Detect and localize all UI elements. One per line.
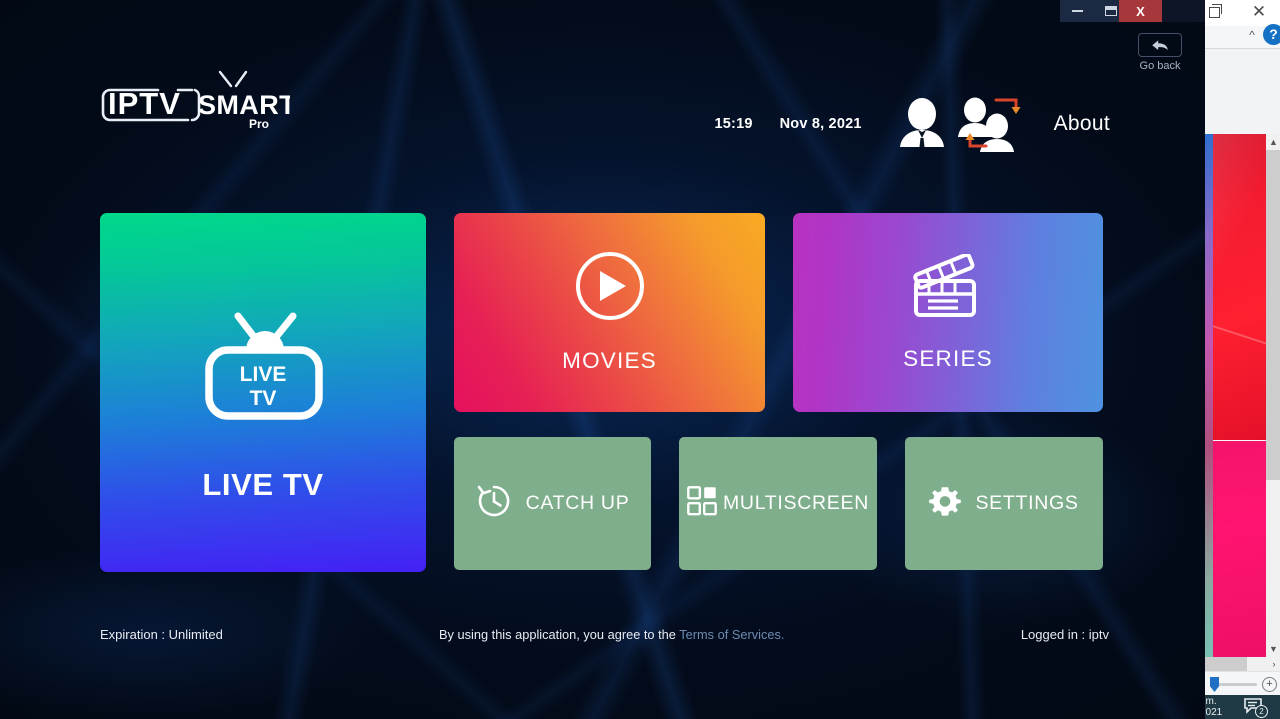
expiration-status: Expiration : Unlimited xyxy=(100,627,223,642)
clapperboard-icon xyxy=(911,252,985,320)
tile-catch-up[interactable]: CATCH UP xyxy=(454,437,651,570)
scrollbar-thumb[interactable] xyxy=(1266,150,1280,480)
logged-in-status: Logged in : iptv xyxy=(1020,627,1109,642)
scroll-up-arrow-icon[interactable]: ▲ xyxy=(1266,134,1280,150)
tv-icon: LIVE TV xyxy=(198,310,328,425)
tile-multiscreen-label: MULTISCREEN xyxy=(722,492,870,514)
clock-date: Nov 8, 2021 xyxy=(779,116,862,132)
minimize-button[interactable] xyxy=(1060,0,1094,22)
chat-notification-icon[interactable]: 2 xyxy=(1244,698,1268,718)
header-toolbar: 15:19 Nov 8, 2021 About xyxy=(715,96,1110,152)
app-logo: IPTV SMARTERS Pro xyxy=(100,70,290,132)
tile-multiscreen[interactable]: MULTISCREEN xyxy=(679,437,877,570)
switch-user-icon[interactable] xyxy=(956,96,1024,152)
agreement-text: By using this application, you agree to … xyxy=(439,627,680,642)
tile-series[interactable]: SERIES xyxy=(793,213,1103,412)
close-button[interactable]: X xyxy=(1119,0,1162,22)
go-back-button[interactable]: Go back xyxy=(1127,33,1193,72)
zoom-slider-track[interactable] xyxy=(1213,683,1257,686)
go-back-icon-box xyxy=(1138,33,1182,57)
zoom-slider-bar[interactable]: + xyxy=(1205,671,1280,695)
zoom-slider-handle[interactable] xyxy=(1210,677,1219,692)
tile-live-tv[interactable]: LIVE TV LIVE TV xyxy=(100,213,426,572)
taskbar: . m. 2021 2 xyxy=(1196,695,1280,719)
help-question-icon[interactable]: ? xyxy=(1263,24,1280,45)
chevron-up-icon[interactable]: ^ xyxy=(1243,26,1261,44)
tile-movies-label: MOVIES xyxy=(562,347,657,373)
svg-text:Pro: Pro xyxy=(249,117,269,131)
tv-screen-line2: TV xyxy=(250,387,277,410)
clock-time: 15:19 xyxy=(714,116,753,132)
background-window-canvas xyxy=(1205,49,1280,134)
minimize-icon xyxy=(1071,10,1083,12)
tile-catch-up-label: CATCH UP xyxy=(525,492,630,514)
tv-screen-line1: LIVE xyxy=(240,363,287,386)
vertical-scrollbar[interactable]: ▲ ▼ xyxy=(1266,134,1280,657)
tile-series-label: SERIES xyxy=(903,345,993,371)
clock-rewind-icon xyxy=(476,483,512,524)
magenta-photo xyxy=(1205,441,1266,657)
zoom-in-button[interactable]: + xyxy=(1262,677,1277,692)
tile-settings[interactable]: SETTINGS xyxy=(905,437,1103,570)
scroll-right-arrow-icon[interactable]: › xyxy=(1267,657,1280,671)
photo-strip-edge xyxy=(1205,134,1213,657)
window-titlebar: X xyxy=(1060,0,1205,22)
back-arrow-icon xyxy=(1152,39,1168,50)
tile-movies[interactable]: MOVIES xyxy=(454,213,765,412)
horizontal-scrollbar[interactable]: › xyxy=(1205,657,1280,671)
notification-badge: 2 xyxy=(1255,705,1268,718)
svg-text:SMARTERS: SMARTERS xyxy=(198,90,290,120)
red-photo xyxy=(1205,134,1266,440)
photo-thumbnail-area xyxy=(1205,134,1266,657)
terms-agreement: By using this application, you agree to … xyxy=(439,627,784,642)
grid-four-icon xyxy=(687,486,717,521)
iptv-smarters-app-window: X Go back IPTV SMARTERS Pro 15: xyxy=(0,0,1205,719)
restore-window-icon[interactable] xyxy=(1209,4,1225,20)
close-icon[interactable]: ✕ xyxy=(1249,2,1269,22)
terms-of-services-link[interactable]: Terms of Services. xyxy=(679,627,784,642)
go-back-label: Go back xyxy=(1139,60,1181,72)
gear-icon xyxy=(929,485,962,522)
hscrollbar-thumb[interactable] xyxy=(1205,657,1247,671)
tile-settings-label: SETTINGS xyxy=(975,492,1079,514)
background-window: ✕ ^ ? ▲ ▼ › + xyxy=(1204,0,1280,695)
user-profile-icon[interactable] xyxy=(896,97,948,151)
scroll-down-arrow-icon[interactable]: ▼ xyxy=(1266,641,1280,657)
maximize-icon xyxy=(1105,6,1117,16)
titlebar-spacer xyxy=(1162,0,1205,22)
about-link[interactable]: About xyxy=(1054,112,1110,136)
play-circle-icon xyxy=(575,251,644,320)
tile-live-tv-label: LIVE TV xyxy=(202,467,324,502)
svg-text:IPTV: IPTV xyxy=(108,86,181,121)
